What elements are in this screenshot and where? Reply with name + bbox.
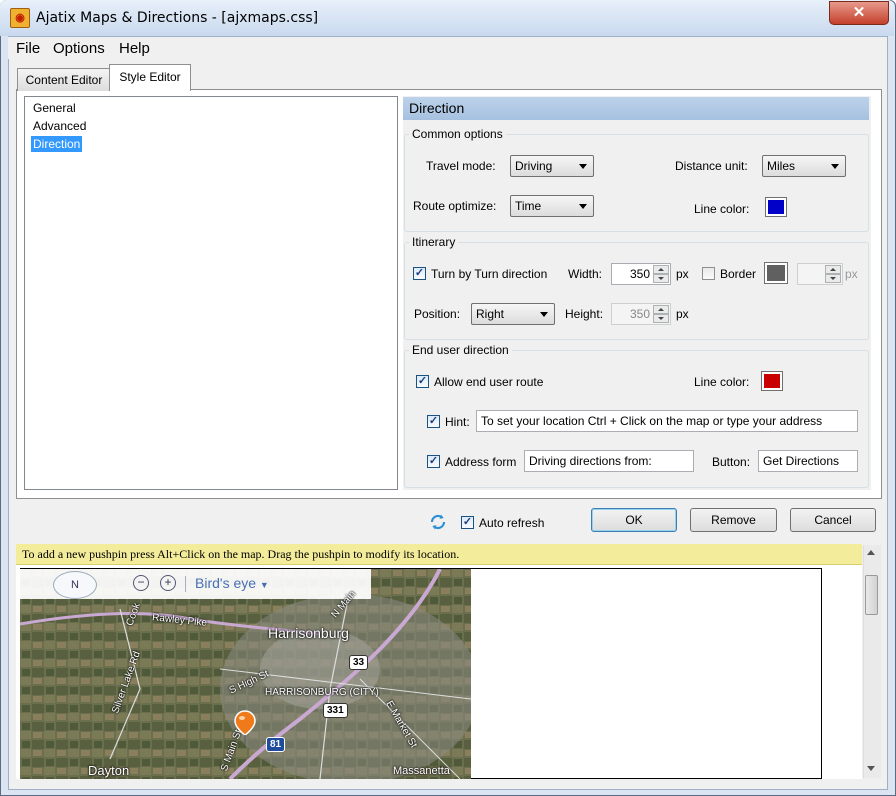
map-label-city: Massanetta	[393, 765, 450, 777]
distance-unit-select[interactable]: Miles	[762, 155, 846, 177]
spin-up-icon	[653, 305, 669, 314]
line-color-fill	[768, 200, 784, 214]
auto-refresh-checkbox[interactable]: ✓	[461, 516, 474, 529]
spin-down-icon	[825, 274, 841, 283]
chevron-down-icon	[579, 204, 587, 209]
route-shield: 33	[349, 655, 369, 670]
address-form-checkbox[interactable]: ✓	[427, 455, 440, 468]
position-select[interactable]: Right	[471, 303, 555, 325]
travel-mode-select[interactable]: Driving	[510, 155, 594, 177]
width-unit: px	[676, 267, 689, 281]
tree-item-advanced[interactable]: Advanced	[31, 118, 88, 134]
border-unit: px	[845, 267, 858, 281]
menu-bar: File Options Help	[8, 37, 886, 59]
position-value: Right	[476, 307, 505, 321]
window-title: Ajatix Maps & Directions - [ajxmaps.css]	[36, 10, 319, 26]
position-label: Position:	[414, 307, 461, 321]
route-optimize-label: Route optimize:	[413, 199, 497, 213]
ok-button[interactable]: OK	[591, 508, 677, 532]
remove-button[interactable]: Remove	[690, 508, 777, 532]
zoom-out-icon[interactable]: −	[133, 575, 149, 591]
chevron-down-icon: ▼	[259, 580, 269, 590]
menu-options[interactable]: Options	[53, 40, 105, 57]
allow-end-user-checkbox[interactable]: ✓	[416, 375, 429, 388]
allow-end-user-label: Allow end user route	[434, 375, 544, 389]
tab-content-editor[interactable]: Content Editor	[17, 68, 111, 91]
border-width-spinner	[797, 263, 843, 285]
spin-down-icon[interactable]	[653, 274, 669, 283]
turn-by-turn-checkbox[interactable]: ✓	[413, 267, 426, 280]
hint-checkbox[interactable]: ✓	[427, 415, 440, 428]
scroll-up-icon[interactable]	[867, 550, 875, 555]
height-unit: px	[676, 307, 689, 321]
line-color-label: Line color:	[694, 202, 750, 216]
distance-unit-label: Distance unit:	[675, 159, 748, 173]
auto-refresh-label: Auto refresh	[479, 516, 545, 530]
address-form-input[interactable]: Driving directions from:	[524, 450, 694, 472]
pushpin-icon[interactable]	[233, 709, 257, 745]
route-shield: 331	[323, 703, 348, 718]
birds-eye-label: Bird's eye	[195, 575, 257, 591]
border-checkbox[interactable]	[702, 267, 715, 280]
line-color-swatch[interactable]	[765, 197, 787, 217]
zoom-in-icon[interactable]: +	[160, 575, 176, 591]
common-options-legend: Common options	[412, 127, 503, 141]
map-label-city: Dayton	[88, 763, 130, 778]
height-value: 350	[629, 307, 650, 321]
address-form-label: Address form	[445, 455, 517, 469]
map-view[interactable]: N − + Bird's eye ▼ Harrisonburg HARRISON…	[20, 569, 471, 779]
tree-item-direction[interactable]: Direction	[31, 136, 83, 152]
toolbar-divider	[185, 576, 186, 592]
travel-mode-label: Travel mode:	[426, 159, 496, 173]
width-value: 350	[629, 267, 650, 281]
birds-eye-button[interactable]: Bird's eye ▼	[195, 575, 269, 591]
itinerary-legend: Itinerary	[412, 235, 456, 249]
end-user-line-color-fill	[764, 374, 780, 388]
refresh-icon[interactable]	[429, 513, 447, 531]
border-color-fill	[767, 265, 785, 281]
scroll-down-icon[interactable]	[867, 766, 875, 771]
width-label: Width:	[568, 267, 603, 281]
button-label: Button:	[712, 455, 751, 469]
chevron-down-icon	[579, 164, 587, 169]
travel-mode-value: Driving	[515, 159, 553, 173]
width-spinner[interactable]: 350	[611, 263, 671, 285]
cancel-button[interactable]: Cancel	[790, 508, 876, 532]
menu-help[interactable]: Help	[119, 40, 150, 57]
route-optimize-select[interactable]: Time	[510, 195, 594, 217]
spin-down-icon	[653, 314, 669, 323]
tree-item-general[interactable]: General	[31, 100, 78, 116]
compass-control[interactable]: N	[53, 571, 97, 599]
common-options-group: Common options	[404, 127, 869, 232]
route-optimize-value: Time	[515, 199, 542, 213]
scroll-thumb[interactable]	[865, 575, 878, 615]
distance-unit-value: Miles	[767, 159, 796, 173]
button-text-input[interactable]: Get Directions	[758, 450, 858, 472]
chevron-down-icon	[831, 164, 839, 169]
close-button[interactable]: ✕	[829, 1, 889, 25]
end-user-legend: End user direction	[412, 343, 509, 357]
map-label-city: HARRISONBURG (CITY)	[265, 687, 379, 698]
spin-up-icon[interactable]	[653, 265, 669, 274]
end-user-line-color-swatch[interactable]	[761, 371, 783, 391]
height-label: Height:	[565, 307, 604, 321]
menu-file[interactable]: File	[16, 40, 40, 57]
interstate-shield: 81	[266, 737, 286, 752]
info-bar: To add a new pushpin press Alt+Click on …	[16, 544, 862, 565]
border-label: Border	[720, 267, 757, 281]
border-color-swatch[interactable]	[764, 262, 788, 284]
category-tree	[24, 96, 398, 490]
end-user-line-color-label: Line color:	[694, 375, 750, 389]
panel-header: Direction	[403, 97, 869, 120]
height-spinner: 350	[611, 303, 671, 325]
hint-label: Hint:	[445, 415, 470, 429]
turn-by-turn-label: Turn by Turn direction	[431, 267, 548, 281]
spin-up-icon	[825, 265, 841, 274]
tab-style-editor[interactable]: Style Editor	[109, 64, 191, 91]
map-label-city: Harrisonburg	[268, 625, 349, 641]
app-map-icon: ◉	[10, 8, 30, 28]
hint-input[interactable]: To set your location Ctrl + Click on the…	[476, 410, 858, 432]
chevron-down-icon	[540, 312, 548, 317]
